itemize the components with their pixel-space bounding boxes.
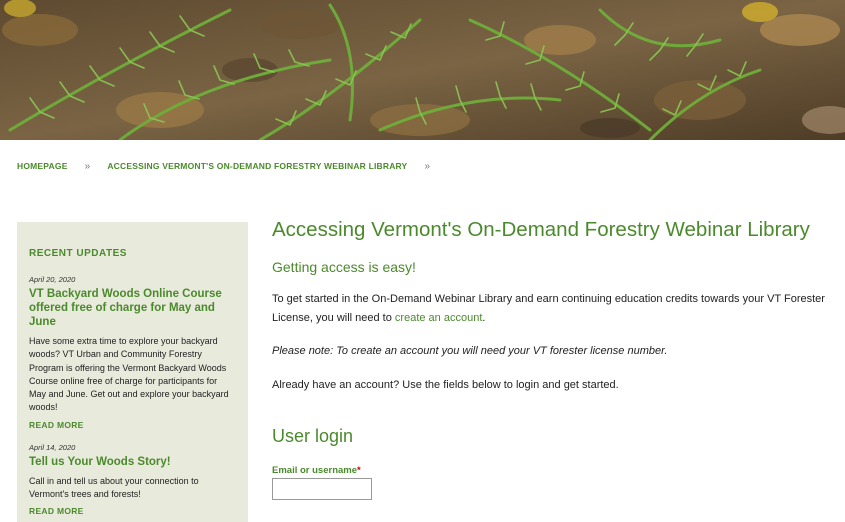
- create-account-link[interactable]: create an account: [395, 312, 482, 324]
- update-item: April 20, 2020 VT Backyard Woods Online …: [29, 275, 236, 430]
- existing-account-text: Already have an account? Use the fields …: [272, 378, 619, 391]
- hero-banner: [0, 0, 845, 140]
- intro-text-end: .: [482, 311, 486, 324]
- update-date: April 14, 2020: [29, 442, 76, 452]
- required-marker: *: [357, 465, 361, 476]
- breadcrumb-current-page-link[interactable]: ACCESSING VERMONT'S ON-DEMAND FORESTRY W…: [107, 161, 407, 171]
- breadcrumb-separator: »: [84, 160, 91, 172]
- email-username-label-text: Email or username: [272, 465, 358, 476]
- main-content: Accessing Vermont's On-Demand Forestry W…: [272, 218, 832, 500]
- update-date: April 20, 2020: [29, 275, 76, 284]
- fern-forest-image: [0, 0, 845, 140]
- page-title: Accessing Vermont's On-Demand Forestry W…: [272, 218, 810, 241]
- read-more-link[interactable]: READ MORE: [29, 506, 236, 516]
- recent-updates-heading: RECENT UPDATES: [29, 248, 127, 259]
- intro-text: To get started in the On-Demand Webinar …: [272, 293, 825, 324]
- email-username-input[interactable]: [272, 478, 372, 500]
- intro-paragraph: To get started in the On-Demand Webinar …: [272, 290, 832, 327]
- update-summary: Have some extra time to explore your bac…: [29, 336, 229, 413]
- license-note: Please note: To create an account you wi…: [272, 345, 668, 357]
- update-item: April 14, 2020 Tell us Your Woods Story!…: [29, 443, 236, 517]
- email-username-label: Email or username*: [272, 465, 832, 476]
- update-title-link[interactable]: Tell us Your Woods Story!: [29, 455, 236, 469]
- update-title-link[interactable]: VT Backyard Woods Online Course offered …: [29, 287, 236, 329]
- update-summary: Call in and tell us about your connectio…: [29, 475, 199, 500]
- breadcrumb: HOMEPAGE » ACCESSING VERMONT'S ON-DEMAND…: [17, 160, 447, 172]
- read-more-link[interactable]: READ MORE: [29, 420, 236, 430]
- recent-updates-sidebar: RECENT UPDATES April 20, 2020 VT Backyar…: [17, 222, 248, 522]
- page-subtitle: Getting access is easy!: [272, 259, 416, 275]
- breadcrumb-separator: »: [424, 160, 431, 172]
- breadcrumb-home-link[interactable]: HOMEPAGE: [17, 161, 68, 171]
- user-login-heading: User login: [272, 426, 354, 446]
